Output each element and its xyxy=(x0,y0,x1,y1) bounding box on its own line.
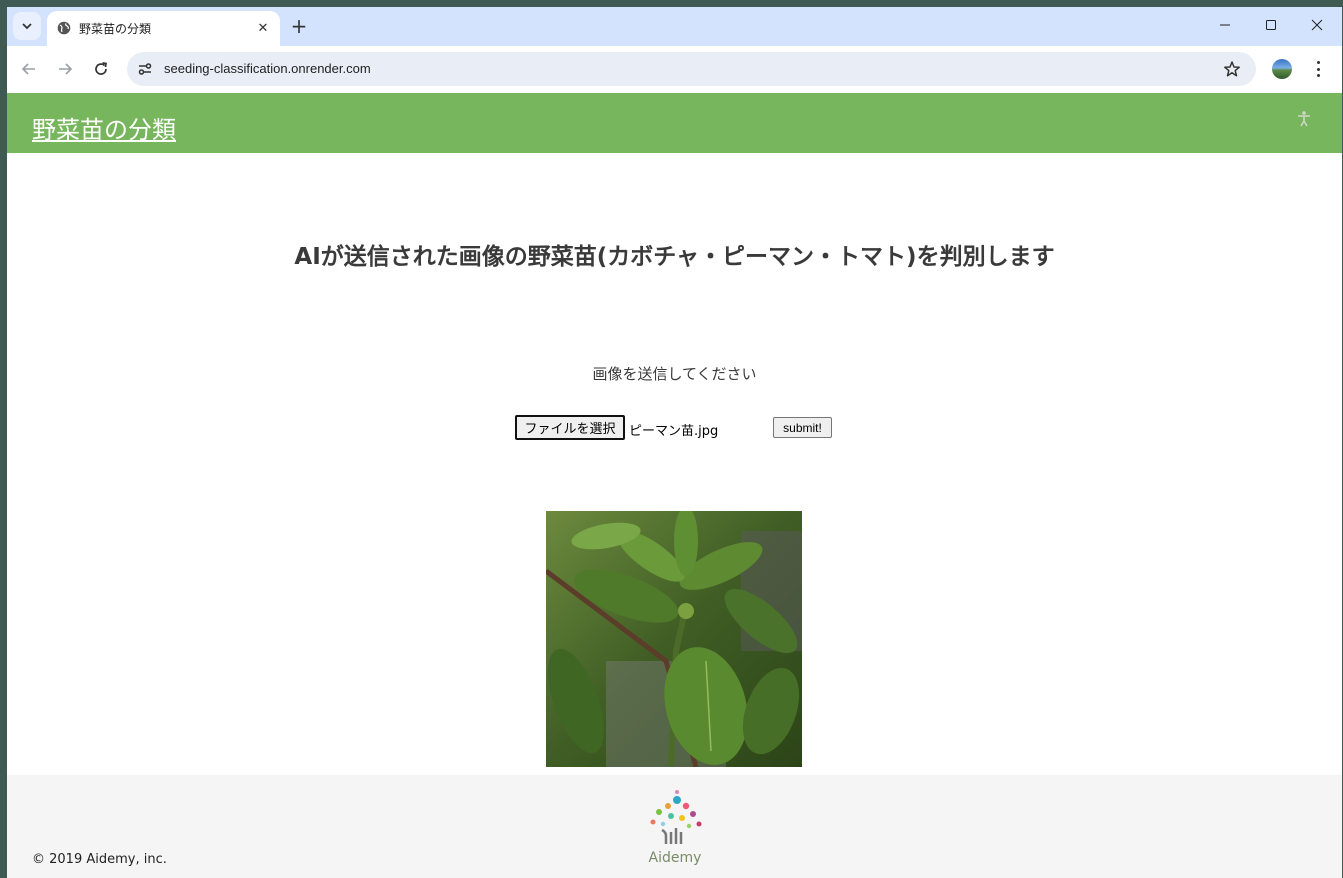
url-text[interactable]: seeding-classification.onrender.com xyxy=(164,61,371,76)
globe-icon xyxy=(57,21,71,35)
forward-button[interactable] xyxy=(52,56,78,82)
tab-search-button[interactable] xyxy=(13,12,41,40)
tab-close-icon[interactable]: ✕ xyxy=(254,19,272,37)
aidemy-logo-text: Aidemy xyxy=(649,850,702,866)
tab-strip: 野菜苗の分類 ✕ + xyxy=(7,7,1342,46)
site-header: 野菜苗の分類 xyxy=(7,93,1342,153)
choose-file-button[interactable]: ファイルを選択 xyxy=(515,415,625,440)
aidemy-logo: Aidemy xyxy=(649,790,702,866)
forward-arrow-icon xyxy=(59,63,73,75)
profile-avatar[interactable] xyxy=(1272,59,1292,79)
page-heading: AIが送信された画像の野菜苗(カボチャ・ピーマン・トマト)を判別します xyxy=(294,244,1055,270)
minimize-button[interactable] xyxy=(1202,7,1248,43)
browser-window: 野菜苗の分類 ✕ + seeding-classification.onrend… xyxy=(7,7,1342,878)
back-arrow-icon xyxy=(21,63,35,75)
reload-icon xyxy=(95,62,107,75)
uploaded-seedling-image xyxy=(546,511,802,767)
submit-button[interactable]: submit! xyxy=(773,417,832,438)
minimize-icon xyxy=(1220,24,1230,26)
browser-menu-icon[interactable] xyxy=(1309,58,1327,80)
reload-button[interactable] xyxy=(88,56,114,82)
maximize-button[interactable] xyxy=(1248,7,1294,43)
accessibility-icon[interactable] xyxy=(1295,110,1313,128)
close-icon xyxy=(1311,19,1323,31)
address-bar[interactable]: seeding-classification.onrender.com xyxy=(127,52,1256,86)
tab-active[interactable]: 野菜苗の分類 ✕ xyxy=(47,11,280,46)
maximize-icon xyxy=(1266,20,1276,30)
new-tab-button[interactable]: + xyxy=(288,15,310,37)
copyright-text: © 2019 Aidemy, inc. xyxy=(32,852,167,867)
selected-file-name: ピーマン苗.jpg xyxy=(629,424,719,439)
close-window-button[interactable] xyxy=(1294,7,1340,43)
upload-instruction: 画像を送信してください xyxy=(592,365,757,383)
tab-title: 野菜苗の分類 xyxy=(79,22,152,36)
back-button[interactable] xyxy=(16,56,42,82)
site-footer: © 2019 Aidemy, inc. Aidemy xyxy=(7,775,1342,878)
site-info-icon[interactable] xyxy=(137,61,153,77)
browser-toolbar: seeding-classification.onrender.com xyxy=(7,46,1342,93)
chevron-down-icon xyxy=(22,23,32,30)
site-title-link[interactable]: 野菜苗の分類 xyxy=(32,110,176,145)
bookmark-star-icon[interactable] xyxy=(1222,59,1242,79)
